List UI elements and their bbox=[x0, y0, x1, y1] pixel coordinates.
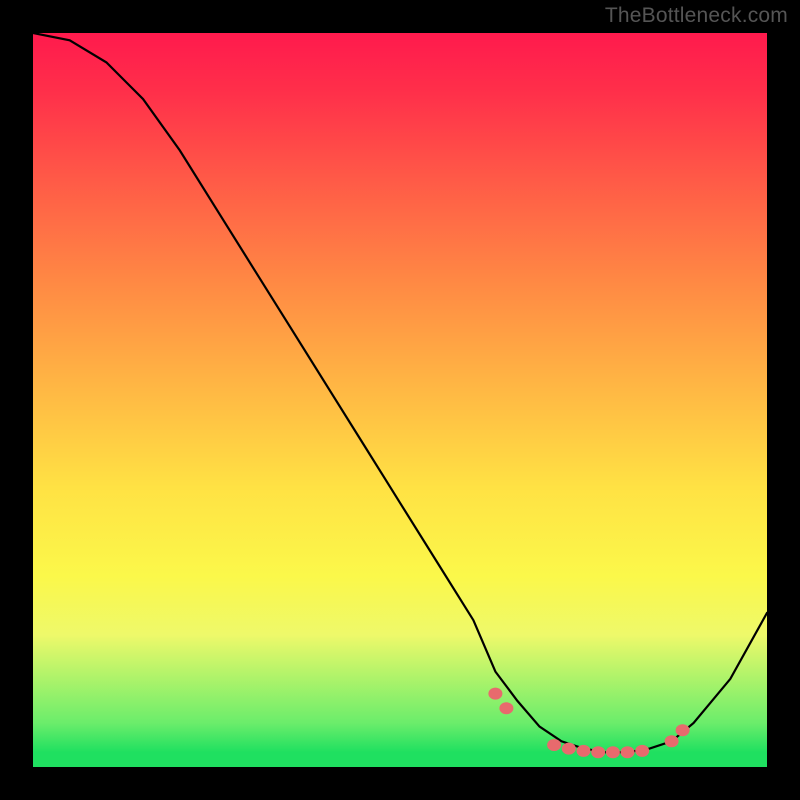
highlight-dot bbox=[562, 743, 576, 755]
highlight-dot bbox=[635, 745, 649, 757]
bottleneck-curve bbox=[33, 33, 767, 752]
highlight-dot bbox=[488, 688, 502, 700]
plot-area bbox=[33, 33, 767, 767]
highlight-dot bbox=[606, 746, 620, 758]
highlight-dot bbox=[665, 735, 679, 747]
highlight-dot bbox=[499, 702, 513, 714]
highlight-dot bbox=[621, 746, 635, 758]
highlight-dot bbox=[577, 745, 591, 757]
frame: TheBottleneck.com bbox=[0, 0, 800, 800]
highlight-dot bbox=[591, 746, 605, 758]
watermark-text: TheBottleneck.com bbox=[605, 4, 788, 28]
highlight-dot bbox=[547, 739, 561, 751]
highlight-dots-group bbox=[488, 688, 689, 759]
chart-svg bbox=[33, 33, 767, 767]
highlight-dot bbox=[676, 724, 690, 736]
